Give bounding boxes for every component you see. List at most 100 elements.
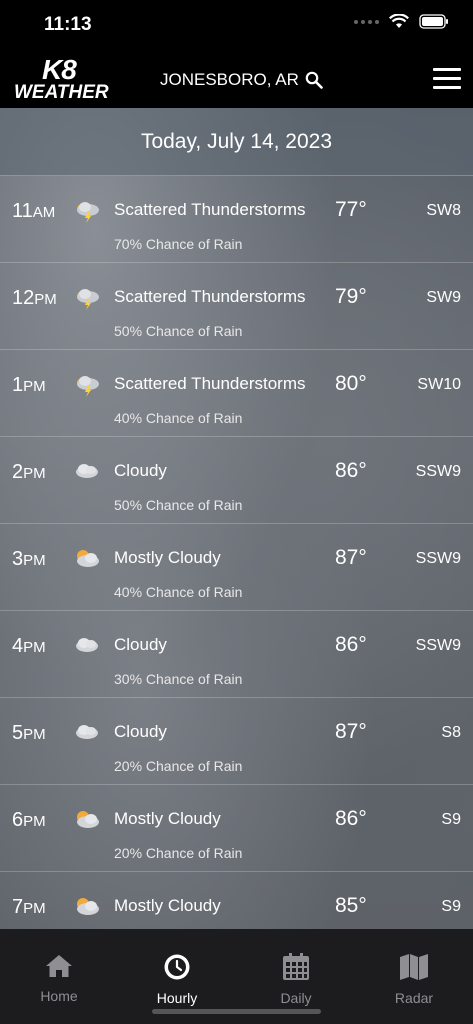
hour-number: 11 [12,200,33,222]
hour-ampm: PM [34,291,57,308]
hour-temperature: 80° [335,372,367,395]
status-time: 11:13 [44,14,92,35]
hour-condition: Scattered Thunderstorms [114,374,306,393]
hour-row[interactable]: 1PM Scattered Thunderstorms 40% Chance of … [0,350,473,437]
hour-number: 7 [12,896,24,918]
hour-wind: SSW9 [415,550,461,567]
hour-wind: S8 [441,724,461,741]
battery-icon [419,14,448,29]
hour-ampm: PM [23,813,46,830]
tab-radar-label: Radar [394,990,434,1006]
hour-temperature: 87° [335,546,367,569]
hour-wind: SW10 [417,376,461,393]
tab-daily-label: Daily [280,990,312,1006]
cloud-icon [72,459,102,485]
hour-rain-chance: 70% Chance of Rain [114,236,243,252]
hour-wind: S9 [441,898,461,915]
hour-condition: Mostly Cloudy [114,896,221,915]
hour-condition: Scattered Thunderstorms [114,200,306,219]
hour-temperature: 86° [335,459,367,482]
hour-time: 2PM [12,461,46,484]
home-icon [46,955,72,977]
thunderstorm-icon [72,372,102,398]
hour-wind: SSW9 [415,463,461,480]
home-indicator [152,1009,321,1014]
hour-temperature: 86° [335,633,367,656]
hour-time: 1PM [12,374,46,397]
hour-wind: SSW9 [415,637,461,654]
hour-row[interactable]: 4PM Cloudy 30% Chance of Rain 86° SSW9 [0,611,473,698]
hour-ampm: PM [23,726,46,743]
hamburger-menu-icon[interactable] [433,68,461,90]
hour-condition: Cloudy [114,722,167,741]
hour-temperature: 79° [335,285,367,308]
hour-list: 11AM Scattered Thunderstorms 70% Chance of… [0,176,473,929]
hour-time: 4PM [12,635,46,658]
wifi-icon [389,14,409,28]
hour-rain-chance: 20% Chance of Rain [114,845,243,861]
hour-number: 6 [12,809,24,831]
k8-weather-logo[interactable]: K8 WEATHER [14,54,114,103]
app-header: K8 WEATHER JONESBORO, AR [0,50,473,108]
hour-ampm: PM [23,900,46,917]
hour-time: 11AM [12,200,55,223]
hour-time: 5PM [12,722,46,745]
calendar-icon [283,953,309,980]
hour-rain-chance: 40% Chance of Rain [114,584,243,600]
hour-ampm: PM [23,378,46,395]
mostly-cloudy-icon [72,807,102,833]
thunderstorm-icon [72,198,102,224]
logo-weather-text: WEATHER [14,82,109,103]
location-label: JONESBORO, AR [160,70,299,89]
tab-home-label: Home [40,988,78,1004]
hour-rain-chance: 20% Chance of Rain [114,758,243,774]
hour-row[interactable]: 7PM Mostly Cloudy 85° S9 [0,872,473,929]
hour-wind: S9 [441,811,461,828]
location-selector[interactable]: JONESBORO, AR [160,70,323,90]
thunderstorm-icon [72,285,102,311]
hour-rain-chance: 40% Chance of Rain [114,410,243,426]
hour-ampm: PM [23,552,46,569]
hour-number: 1 [12,374,24,396]
search-icon [305,71,323,89]
clock-icon [164,954,190,980]
hour-condition: Cloudy [114,635,167,654]
hour-temperature: 87° [335,720,367,743]
hour-row[interactable]: 6PM Mostly Cloudy 20% Chance of Rain 86° S9 [0,785,473,872]
hour-number: 3 [12,548,24,570]
hour-time: 7PM [12,896,46,919]
hour-temperature: 77° [335,198,367,221]
tab-radar[interactable]: Radar [355,953,473,1006]
hour-time: 6PM [12,809,46,832]
status-icons [354,14,449,29]
hour-row[interactable]: 11AM Scattered Thunderstorms 70% Chance of… [0,176,473,263]
hour-number: 12 [12,287,35,309]
date-header: Today, July 14, 2023 [0,108,473,176]
hour-ampm: AM [32,204,56,221]
hour-condition: Cloudy [114,461,167,480]
hour-wind: SW8 [426,202,461,219]
hour-time: 3PM [12,548,46,571]
tab-hourly[interactable]: Hourly [118,953,236,1006]
hour-number: 4 [12,635,24,657]
map-icon [400,954,428,980]
hour-temperature: 86° [335,807,367,830]
hour-row[interactable]: 2PM Cloudy 50% Chance of Rain 86° SSW9 [0,437,473,524]
hour-number: 2 [12,461,24,483]
hour-wind: SW9 [426,289,461,306]
tab-daily[interactable]: Daily [237,953,355,1006]
status-bar: 11:13 [0,0,473,50]
cloud-icon [72,633,102,659]
tab-home[interactable]: Home [0,953,118,1004]
hour-time: 12PM [12,287,57,310]
hour-row[interactable]: 5PM Cloudy 20% Chance of Rain 87° S8 [0,698,473,785]
hour-temperature: 85° [335,894,367,917]
mostly-cloudy-icon [72,894,102,920]
hour-row[interactable]: 12PM Scattered Thunderstorms 50% Chance of… [0,263,473,350]
mostly-cloudy-icon [72,546,102,572]
hour-condition: Scattered Thunderstorms [114,287,306,306]
hour-rain-chance: 50% Chance of Rain [114,497,243,513]
hour-number: 5 [12,722,24,744]
hourly-forecast: Today, July 14, 2023 11AM Scattered Thund… [0,108,473,929]
hour-row[interactable]: 3PM Mostly Cloudy 40% Chance of Rain 87° SSW… [0,524,473,611]
